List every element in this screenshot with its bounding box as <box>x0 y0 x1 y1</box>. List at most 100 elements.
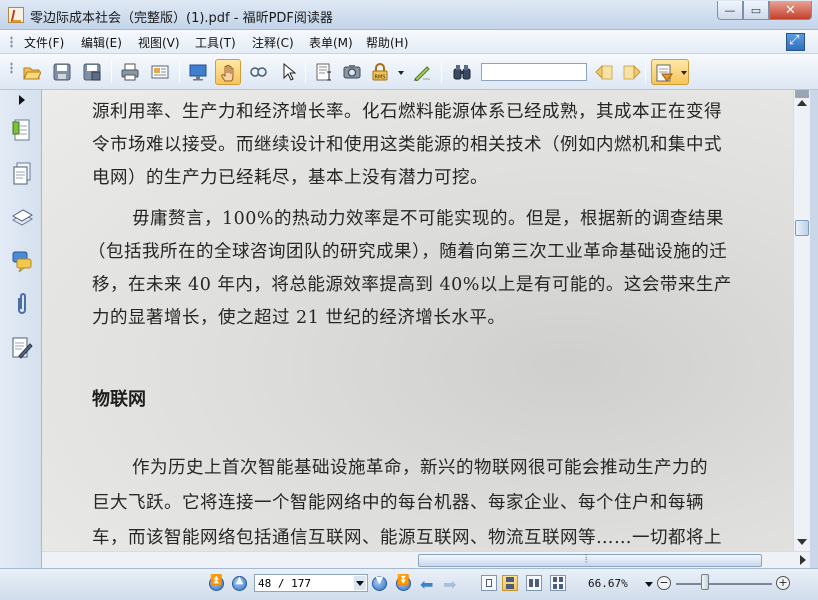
save-button[interactable] <box>49 59 75 85</box>
vertical-scrollbar[interactable] <box>793 90 810 551</box>
previous-page-icon: ▲ <box>235 575 244 586</box>
highlight-button[interactable] <box>651 59 689 85</box>
zoom-tool-icon <box>250 67 267 77</box>
toolbar-separator <box>179 61 180 83</box>
menu-forms[interactable]: 表单(M) <box>309 34 353 51</box>
continuous-view-icon[interactable] <box>502 575 518 591</box>
bookmarks-icon[interactable] <box>11 118 33 142</box>
save-icon <box>53 63 71 81</box>
toolbar-separator <box>441 61 442 83</box>
section-heading: 物联网 <box>92 389 146 410</box>
text-select-icon <box>316 63 331 81</box>
find-button[interactable] <box>449 59 475 85</box>
scroll-right-icon[interactable] <box>800 555 806 565</box>
save-as-button[interactable] <box>79 59 105 85</box>
fullscreen-button[interactable] <box>185 59 211 85</box>
previous-page-button[interactable]: ▲ <box>232 575 247 591</box>
zoom-level[interactable]: 66.67% <box>588 577 628 590</box>
go-forward-icon[interactable]: ➡ <box>443 575 456 594</box>
page-dropdown-icon[interactable] <box>354 576 366 590</box>
menu-tools[interactable]: 工具(T) <box>195 34 236 51</box>
facing-view-icon[interactable] <box>526 575 542 591</box>
horizontal-scroll-thumb[interactable] <box>418 552 762 567</box>
scroll-thumb[interactable] <box>795 220 809 236</box>
toolbar-grip-icon[interactable] <box>10 62 13 74</box>
doc-line: 移，在未来 40 年内，将总能源效率提高到 40%以上是有可能的。这会带来生产 <box>92 275 732 295</box>
rms-icon: RMS <box>372 63 388 81</box>
hand-tool-button[interactable] <box>215 59 241 85</box>
rms-button[interactable]: RMS <box>367 59 393 85</box>
snapshot-button[interactable] <box>339 59 365 85</box>
find-previous-button[interactable] <box>591 59 617 85</box>
menu-file[interactable]: 文件(F) <box>24 34 64 51</box>
menu-edit[interactable]: 编辑(E) <box>81 34 122 51</box>
find-next-icon <box>623 64 641 80</box>
comments-icon[interactable] <box>11 250 33 274</box>
split-handle[interactable] <box>795 90 809 98</box>
attachments-icon[interactable] <box>11 292 33 316</box>
menu-view[interactable]: 视图(V) <box>138 34 180 51</box>
status-bar: ⏫ ▲ 48 / 177 ▼ ⏬ ⬅ ➡ 66.67% − + <box>0 568 818 600</box>
scroll-up-icon[interactable] <box>797 100 807 106</box>
sign-icon <box>414 66 430 81</box>
menu-bar: 文件(F) 编辑(E) 视图(V) 工具(T) 注释(C) 表单(M) 帮助(H… <box>0 30 818 54</box>
save-as-icon <box>83 63 101 81</box>
email-button[interactable] <box>147 59 173 85</box>
find-next-button[interactable] <box>619 59 645 85</box>
expand-panel-icon[interactable] <box>19 95 25 105</box>
signatures-icon[interactable] <box>11 336 33 360</box>
menu-comments[interactable]: 注释(C) <box>252 34 294 51</box>
zoom-dropdown-icon[interactable] <box>645 582 653 587</box>
doc-line: 令市场难以接受。而继续设计和使用这类能源的相关技术（例如内燃机和集中式 <box>92 135 722 155</box>
app-icon <box>8 7 24 23</box>
open-icon <box>23 67 41 80</box>
navigation-panel <box>0 90 42 568</box>
menu-help[interactable]: 帮助(H) <box>366 34 408 51</box>
find-prev-icon <box>595 64 613 80</box>
window-title: 零边际成本社会（完整版）(1).pdf - 福昕PDF阅读器 <box>30 11 333 26</box>
zoom-in-button[interactable]: + <box>776 576 790 590</box>
highlight-icon <box>656 64 673 82</box>
select-button[interactable] <box>275 59 301 85</box>
zoom-slider-thumb[interactable] <box>700 574 709 590</box>
minimize-button[interactable]: — <box>717 1 743 20</box>
zoom-out-button[interactable]: − <box>657 576 671 590</box>
expand-view-icon[interactable] <box>786 33 805 51</box>
first-page-button[interactable]: ⏫ <box>209 575 224 591</box>
menu-grip-icon[interactable] <box>10 36 13 48</box>
print-icon <box>121 63 139 81</box>
doc-line: 源利用率、生产力和经济增长率。化石燃料能源体系已经成熟，其成本正在变得 <box>92 102 722 122</box>
scroll-down-icon[interactable] <box>797 539 807 545</box>
layers-icon[interactable] <box>11 206 33 230</box>
continuous-facing-view-icon[interactable] <box>550 575 566 591</box>
rms-dropdown-icon[interactable] <box>398 71 404 75</box>
horizontal-scrollbar[interactable] <box>42 551 810 568</box>
find-icon <box>453 65 471 80</box>
doc-line: 作为历史上首次智能基础设施革命，新兴的物联网很可能会推动生产力的 <box>132 458 708 478</box>
page-number-field[interactable]: 48 / 177 <box>254 574 368 592</box>
single-page-view-icon[interactable] <box>481 575 497 591</box>
fullscreen-icon <box>189 64 207 81</box>
sign-button[interactable] <box>409 59 435 85</box>
print-button[interactable] <box>117 59 143 85</box>
zoom-slider-track[interactable] <box>676 583 772 585</box>
next-page-button[interactable]: ▼ <box>372 575 387 591</box>
svg-text:RMS: RMS <box>375 75 386 81</box>
highlight-dropdown-icon[interactable] <box>681 71 687 75</box>
maximize-button[interactable]: ▭ <box>743 1 769 20</box>
doc-line: （包括我所在的全球咨询团队的研究成果），随着向第三次工业革命基础设施的迁 <box>88 242 728 262</box>
doc-line: 巨大飞跃。它将连接一个智能网络中的每台机器、每家企业、每个住户和每辆 <box>92 493 704 513</box>
open-button[interactable] <box>19 59 45 85</box>
page-number-text: 48 / 177 <box>258 577 311 590</box>
last-page-button[interactable]: ⏬ <box>396 575 411 591</box>
pages-icon[interactable] <box>11 162 33 186</box>
zoom-tool-button[interactable] <box>245 59 271 85</box>
toolbar: RMS <box>0 54 818 90</box>
text-select-button[interactable] <box>311 59 337 85</box>
search-input[interactable] <box>481 63 587 81</box>
go-back-icon[interactable]: ⬅ <box>420 575 433 594</box>
document-view[interactable]: 源利用率、生产力和经济增长率。化石燃料能源体系已经成熟，其成本正在变得 令市场难… <box>42 90 793 551</box>
close-button[interactable]: ✕ <box>769 1 812 20</box>
next-page-icon: ▼ <box>375 575 384 586</box>
last-page-icon: ⏬ <box>397 575 410 586</box>
